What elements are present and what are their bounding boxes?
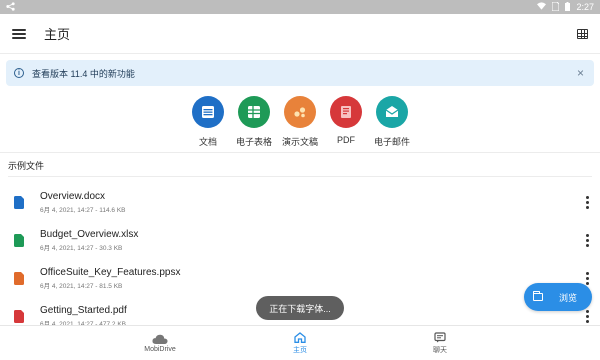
nav-label: 主页 [293,346,307,354]
document-icon [192,96,224,128]
category-presentations[interactable]: 演示文稿 [282,96,319,148]
status-time: 2:27 [576,2,594,12]
word-doc-icon [14,195,24,209]
file-name: Budget_Overview.xlsx [40,228,139,240]
close-icon[interactable]: × [577,66,584,80]
category-pdf[interactable]: PDF [329,96,363,148]
file-meta: 6月 4, 2021, 14:27 - 30.3 KB [40,244,123,252]
top-app-bar: 主页 [0,14,600,54]
banner-text: 查看版本 11.4 中的新功能 [32,68,135,79]
cloud-icon [152,334,168,344]
category-label: 演示文稿 [282,137,319,147]
file-meta: 6月 4, 2021, 14:27 - 114.6 KB [40,206,126,214]
spreadsheet-icon [238,96,270,128]
wifi-icon [537,2,547,12]
home-icon [294,331,306,343]
nav-mobidrive[interactable]: MobiDrive [114,326,206,360]
category-shortcuts: 文档 电子表格 演示文稿 PDF 电子邮件 [0,96,600,148]
file-name: Getting_Started.pdf [40,304,127,316]
more-options-icon[interactable] [586,234,590,247]
grid-view-icon[interactable] [577,29,588,39]
file-row-key-features-ppsx[interactable]: OfficeSuite_Key_Features.ppsx 6月 4, 2021… [0,259,600,297]
sim-card-icon [551,1,560,13]
divider [8,176,592,177]
page-title: 主页 [44,27,71,42]
nav-label: 聊天 [433,346,447,354]
battery-icon [565,1,571,13]
category-label: 文档 [198,137,217,147]
nav-home[interactable]: 主页 [254,326,346,360]
more-options-icon[interactable] [586,196,590,209]
category-label: PDF [337,135,355,145]
file-meta: 6月 4, 2021, 14:27 - 81.5 KB [40,282,123,290]
status-bar-right: 2:27 [537,1,594,13]
menu-icon[interactable] [12,28,26,39]
download-toast: 正在下载字体... [256,296,344,320]
divider [0,152,600,153]
email-icon [376,96,408,128]
file-row-budget-overview-xlsx[interactable]: Budget_Overview.xlsx 6月 4, 2021, 14:27 -… [0,221,600,259]
file-name: Overview.docx [40,190,106,202]
more-options-icon[interactable] [586,310,590,323]
presentation-icon [284,96,316,128]
browse-label: 浏览 [559,292,578,303]
whats-new-banner[interactable]: i 查看版本 11.4 中的新功能 × [6,60,594,86]
excel-sheet-icon [14,233,24,247]
more-options-icon[interactable] [586,272,590,285]
pdf-icon [330,96,362,128]
pdf-file-icon [14,309,24,323]
category-label: 电子邮件 [374,137,411,147]
bottom-navigation: MobiDrive 主页 聊天 [0,325,600,360]
file-name: OfficeSuite_Key_Features.ppsx [40,266,181,278]
browse-button[interactable]: 浏览 [524,283,592,311]
folder-icon [532,291,543,301]
powerpoint-icon [14,271,24,285]
nav-label: MobiDrive [144,345,176,353]
file-row-overview-docx[interactable]: Overview.docx 6月 4, 2021, 14:27 - 114.6 … [0,183,600,221]
info-icon: i [14,68,24,78]
chat-icon [434,331,446,342]
nav-chat[interactable]: 聊天 [394,326,486,360]
category-label: 电子表格 [236,137,273,147]
category-email[interactable]: 电子邮件 [374,96,411,148]
category-spreadsheets[interactable]: 电子表格 [236,96,273,148]
category-documents[interactable]: 文档 [191,96,225,148]
status-bar: 2:27 [0,0,600,14]
share-icon [6,1,15,13]
section-title: 示例文件 [8,161,45,171]
